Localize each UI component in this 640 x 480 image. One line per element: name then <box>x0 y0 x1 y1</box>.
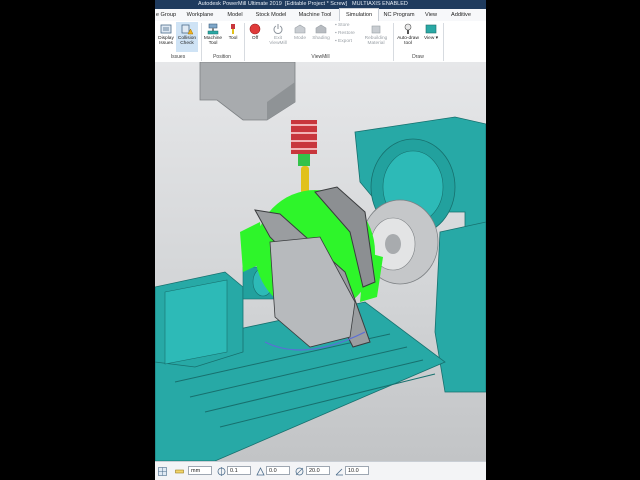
ribbon-simulation: Display Issues Collision Check Issues Ma… <box>155 21 486 63</box>
tolerance-icon <box>217 467 226 476</box>
spindle-head <box>199 62 296 121</box>
tab-group[interactable]: e Group <box>155 9 177 21</box>
store-button[interactable]: ▪ Store <box>335 23 350 28</box>
tab-model[interactable]: Model <box>223 9 247 21</box>
restore-button[interactable]: ▪ Restore <box>335 31 355 36</box>
collision-check-button[interactable]: Collision Check <box>176 22 198 52</box>
shading-icon <box>315 24 327 34</box>
rebuild-material-icon <box>371 25 381 34</box>
collision-check-icon <box>181 24 193 35</box>
separator <box>443 23 444 61</box>
tool-button[interactable]: Tool <box>226 23 240 41</box>
shading-button[interactable]: Shading <box>311 23 331 41</box>
exit-viewmill-button[interactable]: Exit ViewMill <box>267 23 289 46</box>
rebuilding-material-button[interactable]: Rebuilding Material <box>361 23 391 46</box>
tool-icon <box>231 24 235 34</box>
tolerance-field[interactable]: 0.1 <box>227 466 251 475</box>
project-title: [Editable Project * Screw] <box>285 1 348 7</box>
separator <box>244 23 245 61</box>
view-icon <box>425 24 437 34</box>
graphics-viewport[interactable] <box>155 62 486 461</box>
tab-nc-program[interactable]: NC Program <box>381 9 417 21</box>
tailstock-right <box>434 221 486 393</box>
draw-group-label: Draw <box>412 54 424 60</box>
machine-simulation-scene <box>155 62 486 461</box>
chevron-down-icon: ▾ <box>434 36 439 41</box>
draw-view-button[interactable]: View ▾ <box>423 23 439 41</box>
cutting-tool <box>301 166 309 194</box>
display-issues-icon <box>160 24 172 34</box>
tab-stock-model[interactable]: Stock Model <box>253 9 289 21</box>
viewmill-off-button[interactable]: Off <box>248 23 262 41</box>
title-bar: Autodesk PowerMill Ultimate 2019 [Editab… <box>155 0 486 9</box>
viewmill-group-label: ViewMill <box>311 54 330 60</box>
tab-additive[interactable]: Additive <box>447 9 475 21</box>
tab-workplane[interactable]: Workplane <box>183 9 217 21</box>
auto-draw-tool-button[interactable]: Auto-draw tool <box>395 23 421 46</box>
angle-field[interactable]: 10.0 <box>345 466 369 475</box>
tab-view[interactable]: View <box>421 9 441 21</box>
stop-icon <box>249 23 261 35</box>
display-issues-button[interactable]: Display Issues <box>156 23 176 46</box>
separator <box>393 23 394 61</box>
export-button[interactable]: ▪ Export <box>335 39 352 44</box>
mode-icon <box>294 24 306 34</box>
position-group-label: Position <box>213 54 231 60</box>
mode-button[interactable]: Mode <box>292 23 308 41</box>
diameter-field[interactable]: 20.0 <box>306 466 330 475</box>
power-icon <box>273 24 283 34</box>
grid-icon[interactable] <box>158 467 167 476</box>
offset-field[interactable]: 0.0 <box>266 466 290 475</box>
app-title: Autodesk PowerMill Ultimate 2019 <box>198 1 282 7</box>
machine-tool-button[interactable]: Machine Tool <box>202 23 224 46</box>
units-field[interactable]: mm <box>188 466 212 475</box>
collet <box>298 154 310 166</box>
offset-icon <box>256 467 265 476</box>
ruler-icon[interactable] <box>175 467 184 476</box>
diameter-icon <box>295 467 304 476</box>
machine-tool-icon <box>207 23 219 35</box>
issues-group-label: Issues <box>170 54 186 60</box>
tab-machine-tool[interactable]: Machine Tool <box>295 9 335 21</box>
auto-draw-tool-icon <box>404 23 412 34</box>
powermill-window: Autodesk PowerMill Ultimate 2019 [Editab… <box>155 0 486 480</box>
status-bar: mm 0.1 0.0 20.0 10.0 <box>155 461 486 480</box>
angle-icon <box>335 468 343 476</box>
tab-simulation[interactable]: Simulation <box>339 8 379 21</box>
